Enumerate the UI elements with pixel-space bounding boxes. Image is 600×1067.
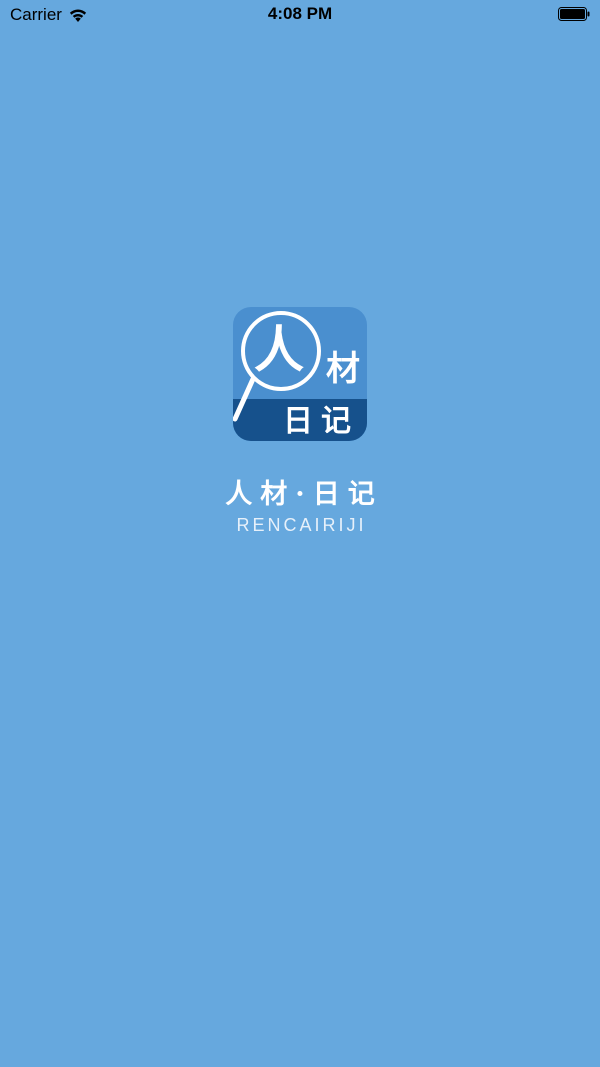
logo-graphic: 人 材 日 记 — [233, 307, 367, 441]
logo-char-ren: 人 — [254, 320, 304, 379]
logo-char-ji: 记 — [321, 404, 351, 439]
brand-title-en: RENCAIRIJI — [236, 515, 367, 535]
brand-title-cn: 人材·日记 — [225, 479, 383, 510]
logo-char-ri: 日 — [283, 404, 313, 439]
status-time: 4:08 PM — [267, 4, 333, 23]
app-logo: 人 材 日 记 — [233, 307, 367, 441]
battery-icon — [558, 7, 590, 21]
status-bar: Carrier 4:08 PM — [0, 0, 600, 30]
logo-char-cai: 材 — [326, 349, 360, 389]
